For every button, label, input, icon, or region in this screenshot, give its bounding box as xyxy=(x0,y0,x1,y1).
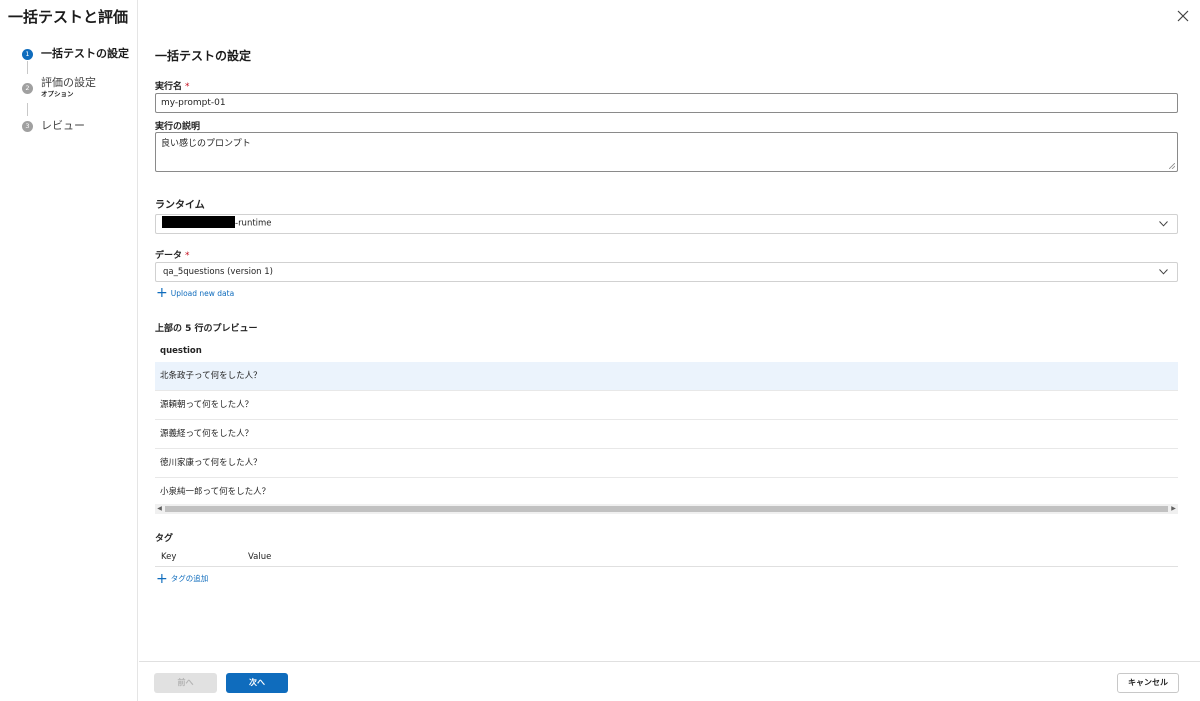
table-row[interactable]: 源義経って何をした人？ xyxy=(155,420,1178,449)
add-tag-link[interactable]: + タグの追加 xyxy=(156,570,209,587)
table-row[interactable]: 源頼朝って何をした人？ xyxy=(155,391,1178,420)
data-value: qa_5questions (version 1) xyxy=(163,267,273,277)
next-button[interactable]: 次へ xyxy=(226,673,288,693)
wizard-steps: 1 一括テストの設定 2 評価の設定 オプション 3 レビュー xyxy=(0,0,138,701)
step-connector xyxy=(27,103,28,116)
column-header-value: Value xyxy=(248,552,272,562)
runtime-dropdown[interactable]: -runtime xyxy=(155,214,1178,234)
step-evaluation-settings[interactable]: 2 評価の設定 オプション xyxy=(22,76,96,98)
cancel-button[interactable]: キャンセル xyxy=(1117,673,1179,693)
run-name-input[interactable] xyxy=(155,93,1178,113)
runtime-label: ランタイム xyxy=(155,200,205,211)
step-label: 一括テストの設定 xyxy=(41,47,129,60)
run-name-label: 実行名 * xyxy=(155,82,190,92)
preview-title: 上部の 5 行のプレビュー xyxy=(155,324,258,334)
table-row[interactable]: 北条政子って何をした人？ xyxy=(155,362,1178,391)
step-label: レビュー xyxy=(41,119,85,132)
plus-icon: + xyxy=(156,285,168,301)
step-number: 2 xyxy=(22,83,33,94)
previous-button[interactable]: 前へ xyxy=(154,673,217,693)
column-header-question: question xyxy=(160,346,202,356)
step-optional-badge: オプション xyxy=(41,90,74,98)
upload-new-data-link[interactable]: + Upload new data xyxy=(156,285,235,301)
chevron-down-icon xyxy=(1159,269,1168,275)
step-review[interactable]: 3 レビュー xyxy=(22,119,85,133)
runtime-value: -runtime xyxy=(235,218,272,229)
close-icon[interactable] xyxy=(1176,9,1190,23)
scroll-left-icon[interactable]: ◀ xyxy=(155,504,164,514)
section-title: 一括テストの設定 xyxy=(155,49,252,63)
scrollbar-thumb[interactable] xyxy=(165,506,1168,512)
description-text: 良い感じのプロンプト xyxy=(161,139,251,149)
step-label: 評価の設定 xyxy=(41,76,96,89)
redacted-block xyxy=(162,216,235,228)
dialog-footer: 前へ 次へ キャンセル xyxy=(139,661,1200,701)
column-header-key: Key xyxy=(161,552,177,562)
horizontal-scrollbar[interactable]: ◀ ▶ xyxy=(155,504,1178,514)
description-label: 実行の説明 xyxy=(155,122,201,132)
description-textarea[interactable]: 良い感じのプロンプト xyxy=(155,132,1178,172)
preview-table: question 北条政子って何をした人？ 源頼朝って何をした人？ 源義経って何… xyxy=(155,340,1178,507)
step-connector xyxy=(27,61,28,74)
step-batch-settings[interactable]: 1 一括テストの設定 xyxy=(22,47,129,61)
data-label: データ * xyxy=(155,251,190,261)
upload-link-label: Upload new data xyxy=(170,288,235,298)
resize-grip-icon[interactable] xyxy=(1169,163,1175,169)
table-row[interactable]: 徳川家康って何をした人？ xyxy=(155,449,1178,478)
chevron-down-icon xyxy=(1159,221,1168,227)
add-tag-label: タグの追加 xyxy=(170,574,209,583)
tags-table-header: Key Value xyxy=(155,548,1178,567)
step-number: 1 xyxy=(22,49,33,60)
table-row[interactable]: 小泉純一郎って何をした人？ xyxy=(155,478,1178,507)
plus-icon: + xyxy=(156,570,168,587)
tags-title: タグ xyxy=(155,534,174,544)
step-number: 3 xyxy=(22,121,33,132)
data-dropdown[interactable]: qa_5questions (version 1) xyxy=(155,262,1178,282)
scroll-right-icon[interactable]: ▶ xyxy=(1169,504,1178,514)
